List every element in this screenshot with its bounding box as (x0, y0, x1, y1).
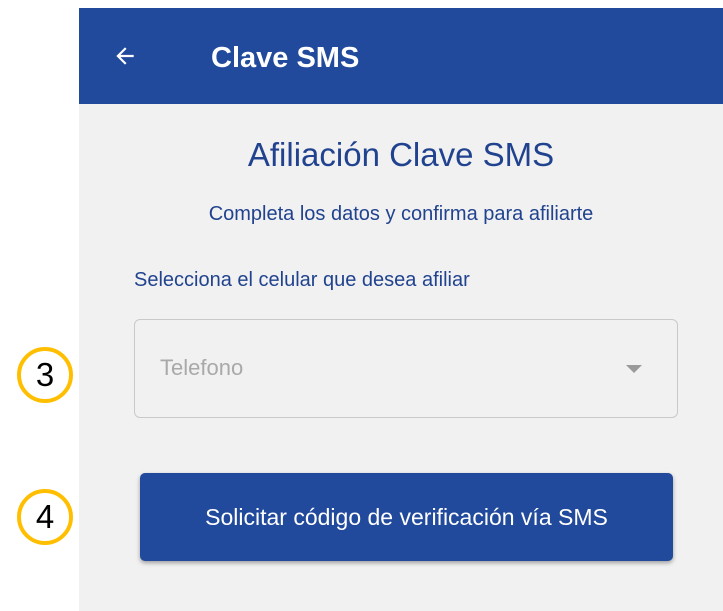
app-bar-title: Clave SMS (211, 42, 360, 74)
request-verification-code-label: Solicitar código de verificación vía SMS (205, 503, 608, 530)
page-title: Afiliación Clave SMS (247, 136, 555, 173)
step-marker-4: 4 (17, 489, 73, 545)
phone-select-placeholder: Telefono (160, 355, 244, 380)
app-bar: Clave SMS (79, 8, 723, 104)
caret-down-icon (626, 365, 642, 373)
phone-select-label: Selecciona el celular que desea afiliar (134, 269, 470, 291)
step-marker-4-number: 4 (35, 498, 55, 535)
phone-select-dropdown[interactable]: Telefono (134, 319, 678, 418)
app-screen: Clave SMS Afiliación Clave SMS Completa … (79, 8, 723, 611)
page-subtitle: Completa los datos y confirma para afili… (208, 203, 594, 225)
request-verification-code-button[interactable]: Solicitar código de verificación vía SMS (140, 473, 673, 561)
step-marker-3: 3 (17, 347, 73, 403)
back-button[interactable] (105, 36, 145, 76)
arrow-left-icon (116, 47, 134, 65)
step-marker-3-number: 3 (35, 356, 55, 393)
